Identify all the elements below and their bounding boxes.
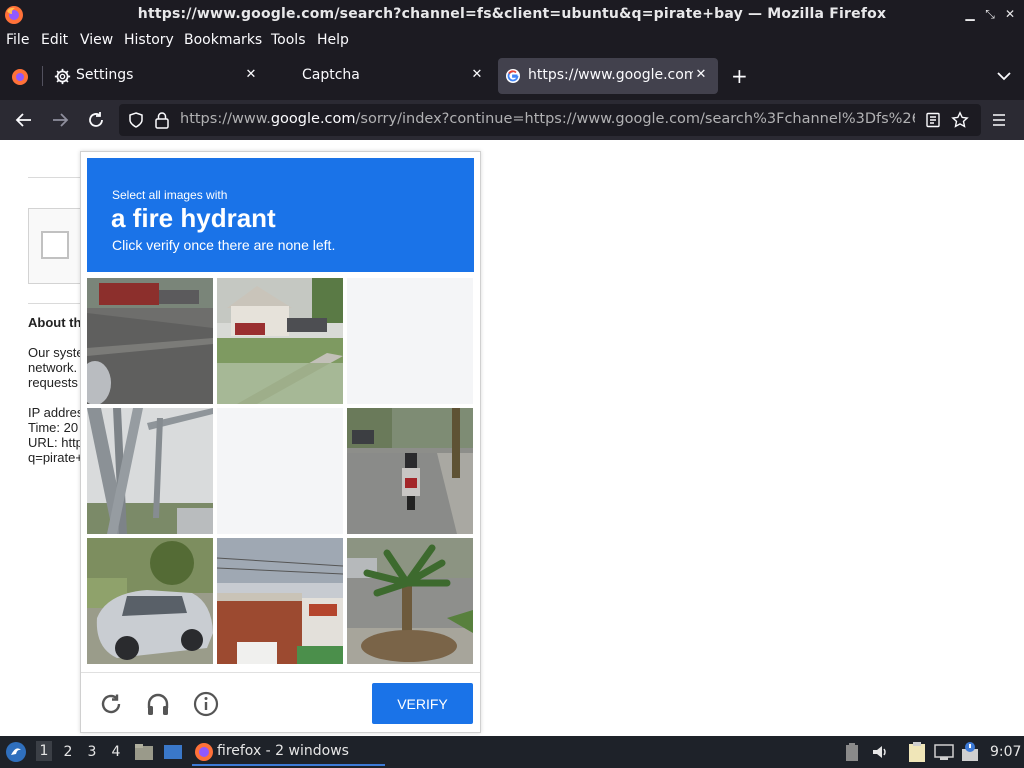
reload-icon[interactable] [98,691,124,717]
tab-label: Settings [76,67,134,83]
captcha-tile-silver-car[interactable] [87,538,213,664]
captcha-hint: Click verify once there are none left. [112,237,336,253]
tab-close-icon[interactable]: ✕ [694,67,708,82]
tab-separator [42,66,43,86]
clipboard-icon[interactable] [907,741,927,763]
firefox-icon [195,743,213,761]
battery-icon[interactable] [844,742,860,762]
menu-view[interactable]: View [80,32,113,48]
captcha-tile-street-truck[interactable] [87,278,213,404]
tab-label: Captcha [302,67,360,83]
taskbar-task-label: firefox - 2 windows [217,743,349,759]
captcha-tile-bridge[interactable] [87,408,213,534]
forward-arrow-icon[interactable] [49,109,71,131]
title-bar: https://www.google.com/search?channel=fs… [0,0,1024,30]
menu-edit[interactable]: Edit [41,32,68,48]
workspace-1[interactable]: 1 [36,741,52,761]
query-line: q=pirate+ [28,450,83,465]
new-tab-button[interactable]: + [731,66,748,86]
menu-history[interactable]: History [124,32,174,48]
tab-settings[interactable]: Settings ✕ [46,58,268,94]
url-text[interactable]: https://www.google.com/sorry/index?conti… [180,111,915,127]
menu-file[interactable]: File [6,32,29,48]
menu-bookmarks[interactable]: Bookmarks [184,32,262,48]
volume-icon[interactable] [871,743,889,761]
tab-label: https://www.google.com/ [528,67,693,83]
info-icon[interactable] [193,691,219,717]
captcha-tile-motorcycle-street[interactable] [347,408,473,534]
captcha-header: Select all images with a fire hydrant Cl… [87,158,474,272]
maximize-button[interactable]: ⤡ [983,7,997,21]
reload-icon[interactable] [85,109,107,131]
workspace-2[interactable]: 2 [60,744,76,760]
workspace-4[interactable]: 4 [108,744,124,760]
captcha-tile-house-lawn[interactable] [217,278,343,404]
body-line: Our syste [28,345,84,360]
firefox-view-icon[interactable] [10,67,30,87]
body-line: requests [28,375,78,390]
menu-bar: File Edit View History Bookmarks Tools H… [0,30,1024,52]
clock: 9:07 [990,744,1022,760]
google-icon [506,69,520,83]
navigation-bar: https://www.google.com/sorry/index?conti… [0,100,1024,140]
url-bar[interactable]: https://www.google.com/sorry/index?conti… [119,104,981,136]
ip-line: IP addres [28,405,84,420]
tab-close-icon[interactable]: ✕ [470,67,484,82]
reader-view-icon[interactable] [925,112,941,128]
headphones-icon[interactable] [145,691,171,717]
back-arrow-icon[interactable] [13,109,35,131]
captcha-target: a fire hydrant [111,203,276,233]
captcha-dialog: Select all images with a fire hydrant Cl… [80,151,481,733]
chevron-down-icon[interactable] [996,70,1012,82]
hamburger-menu-icon[interactable] [991,112,1007,128]
lock-icon[interactable] [154,111,170,129]
window-title: https://www.google.com/search?channel=fs… [137,6,887,22]
recaptcha-box [28,208,88,284]
tab-close-icon[interactable]: ✕ [244,67,258,82]
shield-icon[interactable] [127,111,145,129]
captcha-tile-brick-building[interactable] [217,538,343,664]
minimize-button[interactable]: ▁ [963,7,977,21]
menu-help[interactable]: Help [317,32,349,48]
captcha-instruction: Select all images with [112,188,228,202]
network-icon[interactable] [934,743,954,761]
captcha-footer: VERIFY [81,672,480,732]
desktop-icon[interactable] [163,743,183,761]
gear-icon [54,68,71,85]
start-menu-icon[interactable] [5,741,27,763]
file-manager-icon[interactable] [134,743,154,761]
body-line: network. [28,360,78,375]
taskbar: 1 2 3 4 firefox - 2 windows 9:07 [0,736,1024,768]
taskbar-firefox[interactable]: firefox - 2 windows [192,738,385,766]
time-line: Time: 20 [28,420,79,435]
workspace-3[interactable]: 3 [84,744,100,760]
bookmark-star-icon[interactable] [951,111,969,129]
verify-button[interactable]: VERIFY [372,683,473,724]
tab-strip: Settings ✕ Captcha ✕ https://www.google.… [0,52,1024,100]
menu-tools[interactable]: Tools [271,32,306,48]
captcha-tile-palm-tree[interactable] [347,538,473,664]
close-window-button[interactable]: ✕ [1003,7,1017,21]
recaptcha-checkbox[interactable] [41,231,69,259]
about-heading: About th [28,315,82,330]
captcha-tile-blank[interactable] [217,408,343,534]
captcha-tile-blank[interactable] [347,278,473,404]
notification-icon[interactable] [960,741,982,763]
divider [28,303,88,304]
divider [28,177,88,178]
tab-captcha[interactable]: Captcha ✕ [272,58,494,94]
tab-google[interactable]: https://www.google.com/ ✕ [498,58,718,94]
url-line: URL: http [28,435,83,450]
